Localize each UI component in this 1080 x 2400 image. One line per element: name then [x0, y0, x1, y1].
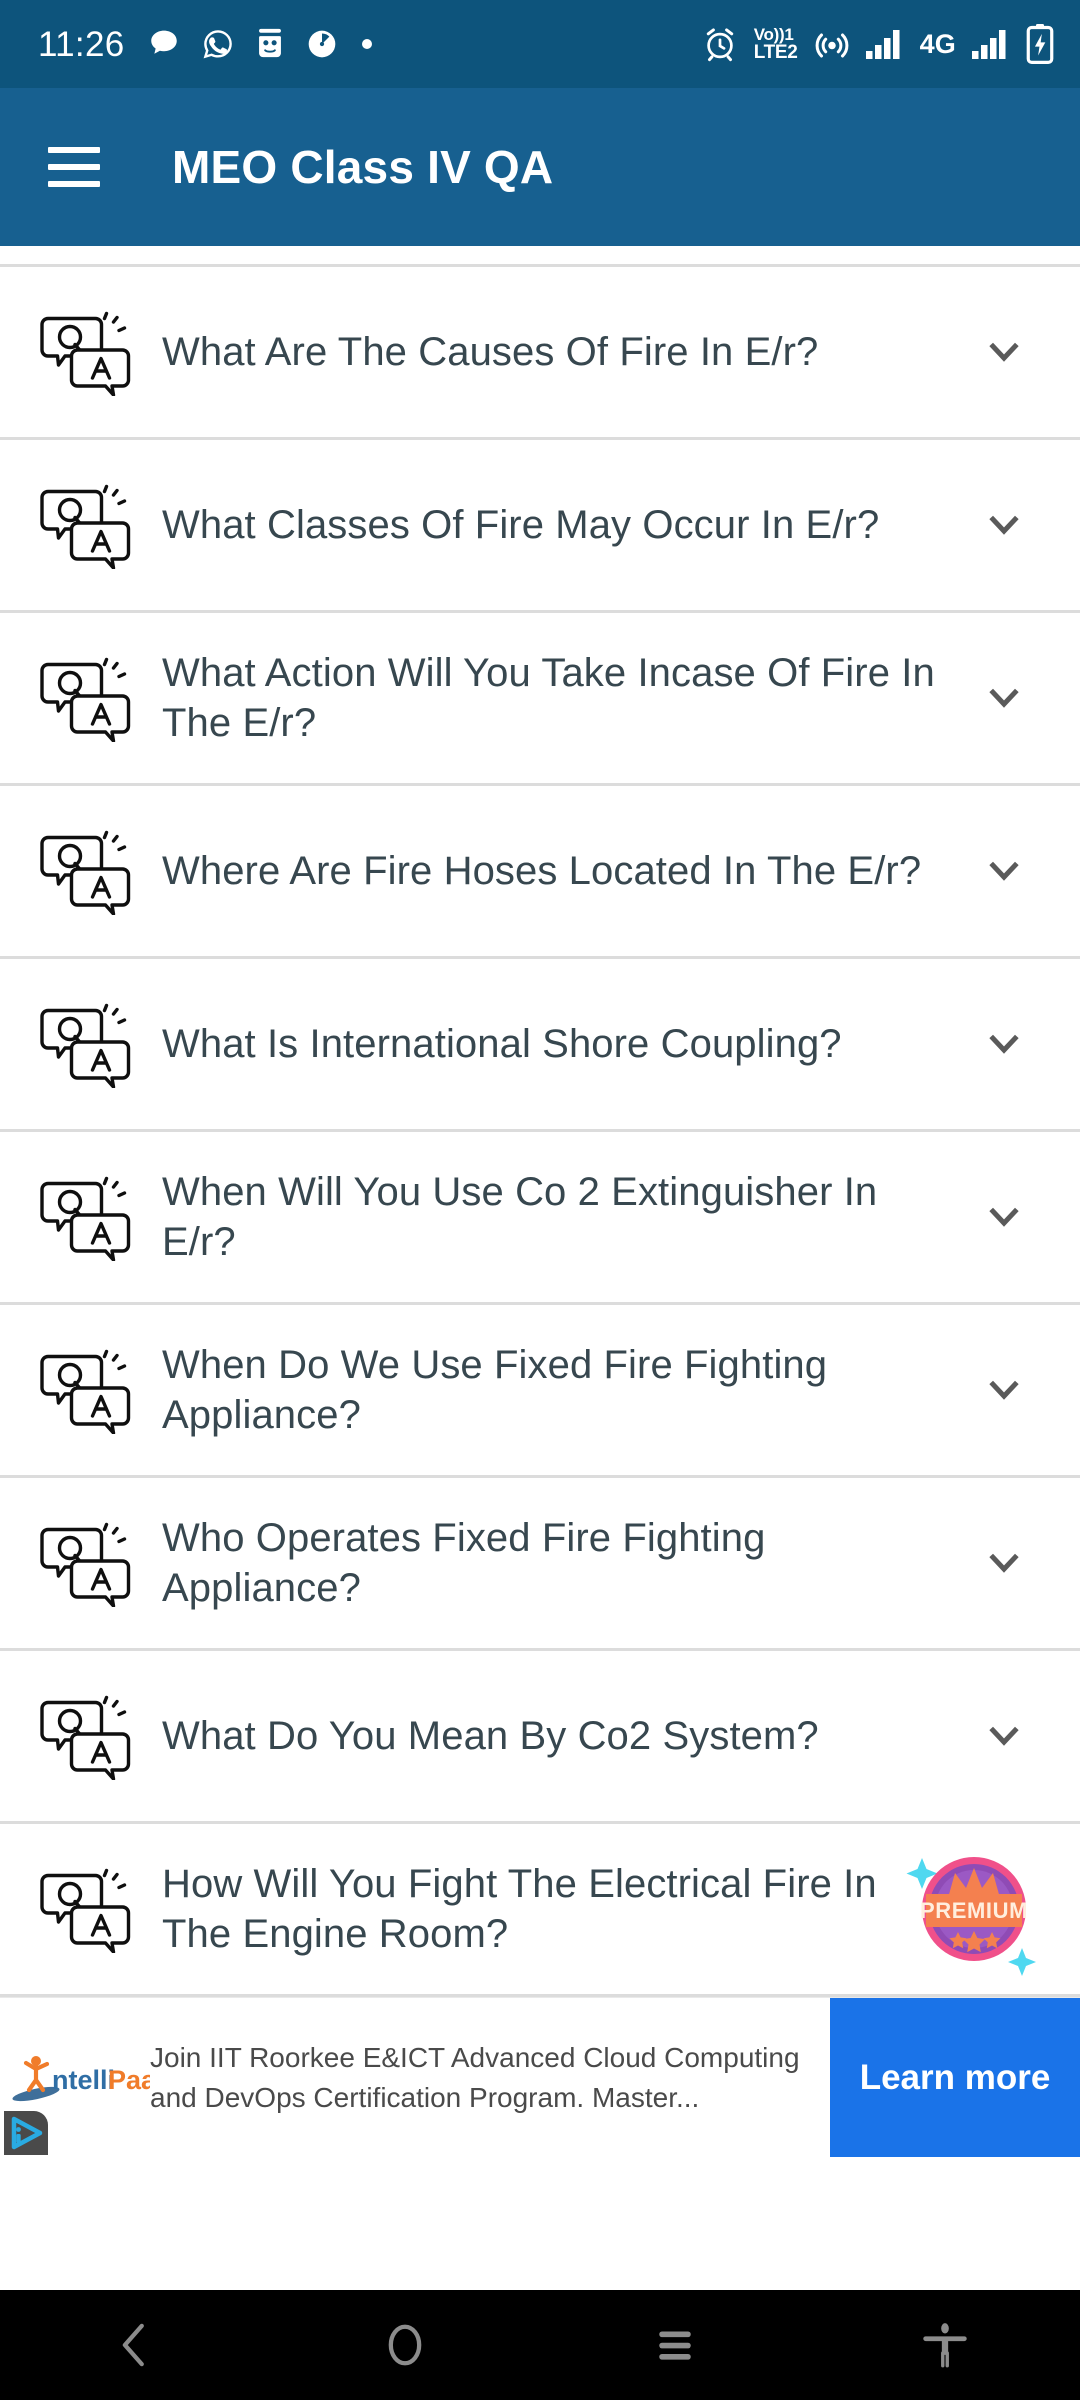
chevron-down-icon[interactable]	[981, 675, 1027, 721]
svg-text:PREMIUM: PREMIUM	[920, 1898, 1028, 1923]
signal-bars-2-icon	[972, 30, 1006, 59]
system-navigation-bar	[0, 2290, 1080, 2400]
question-text: What Classes Of Fire May Occur In E/r?	[162, 502, 880, 547]
chevron-down-icon[interactable]	[981, 1194, 1027, 1240]
hamburger-menu-icon[interactable]	[48, 147, 100, 187]
qa-icon-slot	[34, 308, 138, 396]
qa-icon-slot	[34, 827, 138, 915]
page-title: MEO Class IV QA	[172, 141, 554, 193]
qa-speech-bubbles-icon	[40, 1522, 131, 1607]
qa-speech-bubbles-icon	[40, 830, 131, 915]
chevron-down-icon[interactable]	[981, 1713, 1027, 1759]
dot-icon	[361, 39, 372, 49]
question-row[interactable]: Where Are Fire Hoses Located In The E/r?	[0, 786, 1080, 956]
list-top-spacer	[0, 246, 1080, 264]
phone-screen: 11:26 Vo))1 LTE2 4G MEO Class IV QA What…	[0, 0, 1080, 2400]
qa-speech-bubbles-icon	[40, 1695, 131, 1780]
question-row[interactable]: What Are The Causes Of Fire In E/r?	[0, 267, 1080, 437]
premium-badge-icon[interactable]: PREMIUM	[896, 1832, 1050, 1986]
question-text: Where Are Fire Hoses Located In The E/r?	[162, 848, 922, 893]
qa-speech-bubbles-icon	[40, 1868, 131, 1953]
qa-icon-slot	[34, 654, 138, 742]
app-bar: MEO Class IV QA	[0, 88, 1080, 246]
question-text: What Action Will You Take Incase Of Fire…	[162, 650, 935, 745]
qa-speech-bubbles-icon	[40, 1176, 131, 1261]
qa-icon-slot	[34, 1692, 138, 1780]
question-text: What Do You Mean By Co2 System?	[162, 1713, 819, 1758]
speedometer-icon	[308, 30, 335, 58]
battery-charging-icon	[1026, 24, 1054, 64]
question-row[interactable]: What Action Will You Take Incase Of Fire…	[0, 613, 1080, 783]
expand-chevron[interactable]	[958, 329, 1050, 375]
chevron-down-icon[interactable]	[981, 1367, 1027, 1413]
network-type-label: 4G	[919, 28, 956, 59]
premium-badge[interactable]: PREMIUM	[896, 1832, 1050, 1986]
expand-chevron[interactable]	[958, 675, 1050, 721]
question-row[interactable]: When Do We Use Fixed Fire Fighting Appli…	[0, 1305, 1080, 1475]
adchoices-icon[interactable]	[4, 2111, 48, 2155]
chevron-down-icon[interactable]	[981, 502, 1027, 548]
question-text: Who Operates Fixed Fire Fighting Applian…	[162, 1515, 766, 1610]
qa-speech-bubbles-icon	[40, 1349, 131, 1434]
clock: 11:26	[38, 24, 125, 64]
qa-icon-slot	[34, 481, 138, 569]
question-list: What Are The Causes Of Fire In E/r? What…	[0, 246, 1080, 1997]
volte-icon: Vo))1 LTE2	[753, 25, 798, 63]
ad-text: Join IIT Roorkee E&ICT Advanced Cloud Co…	[150, 1998, 830, 2157]
chevron-down-icon[interactable]	[981, 1540, 1027, 1586]
home-button[interactable]	[270, 2290, 540, 2400]
accessibility-button[interactable]	[810, 2290, 1080, 2400]
expand-chevron[interactable]	[958, 1540, 1050, 1586]
question-text: What Is International Shore Coupling?	[162, 1021, 842, 1066]
expand-chevron[interactable]	[958, 1367, 1050, 1413]
chevron-down-icon[interactable]	[981, 848, 1027, 894]
qa-icon-slot	[34, 1346, 138, 1434]
back-button[interactable]	[0, 2290, 270, 2400]
expand-chevron[interactable]	[958, 502, 1050, 548]
question-row[interactable]: How Will You Fight The Electrical Fire I…	[0, 1824, 1080, 1994]
svg-text:Paat: Paat	[108, 2065, 150, 2095]
qa-icon-slot	[34, 1173, 138, 1261]
question-text: What Are The Causes Of Fire In E/r?	[162, 329, 819, 374]
question-row[interactable]: What Is International Shore Coupling?	[0, 959, 1080, 1129]
hotspot-icon	[815, 33, 848, 58]
question-row[interactable]: Who Operates Fixed Fire Fighting Applian…	[0, 1478, 1080, 1648]
ad-headline-line-1: Join IIT Roorkee E&ICT Advanced Cloud Co…	[150, 2041, 800, 2073]
whatsapp-icon	[203, 30, 232, 59]
question-row[interactable]: When Will You Use Co 2 Extinguisher In E…	[0, 1132, 1080, 1302]
expand-chevron[interactable]	[958, 1713, 1050, 1759]
chevron-down-icon[interactable]	[981, 1021, 1027, 1067]
chevron-down-icon[interactable]	[981, 329, 1027, 375]
message-icon	[150, 30, 177, 54]
expand-chevron[interactable]	[958, 1021, 1050, 1067]
qa-icon-slot	[34, 1865, 138, 1953]
qa-icon-slot	[34, 1519, 138, 1607]
android-robot-icon	[258, 28, 281, 58]
notification-icons	[147, 27, 375, 61]
question-row[interactable]: What Classes Of Fire May Occur In E/r?	[0, 440, 1080, 610]
qa-speech-bubbles-icon	[40, 657, 131, 742]
question-text: When Will You Use Co 2 Extinguisher In E…	[162, 1169, 878, 1264]
question-row[interactable]: What Do You Mean By Co2 System?	[0, 1651, 1080, 1821]
qa-speech-bubbles-icon	[40, 484, 131, 569]
qa-speech-bubbles-icon	[40, 1003, 131, 1088]
expand-chevron[interactable]	[958, 848, 1050, 894]
status-bar-left: 11:26	[38, 27, 375, 62]
qa-icon-slot	[34, 1000, 138, 1088]
learn-more-button[interactable]: Learn more	[830, 1998, 1080, 2157]
expand-chevron[interactable]	[958, 1194, 1050, 1240]
svg-text:ntelli: ntelli	[52, 2065, 115, 2095]
question-text: How Will You Fight The Electrical Fire I…	[162, 1861, 877, 1956]
alarm-icon	[706, 28, 733, 62]
recents-button[interactable]	[540, 2290, 810, 2400]
qa-speech-bubbles-icon	[40, 311, 131, 396]
question-text: When Do We Use Fixed Fire Fighting Appli…	[162, 1342, 828, 1437]
status-bar: 11:26 Vo))1 LTE2 4G	[0, 0, 1080, 88]
ad-banner[interactable]: ntelli Paat Join IIT Roorkee E&ICT Advan…	[0, 1997, 1080, 2157]
signal-bars-icon	[865, 30, 900, 59]
status-bar-right: Vo))1 LTE2 4G	[702, 24, 1054, 64]
ad-headline-line-2: and DevOps Certification Program. Master…	[150, 2081, 700, 2113]
